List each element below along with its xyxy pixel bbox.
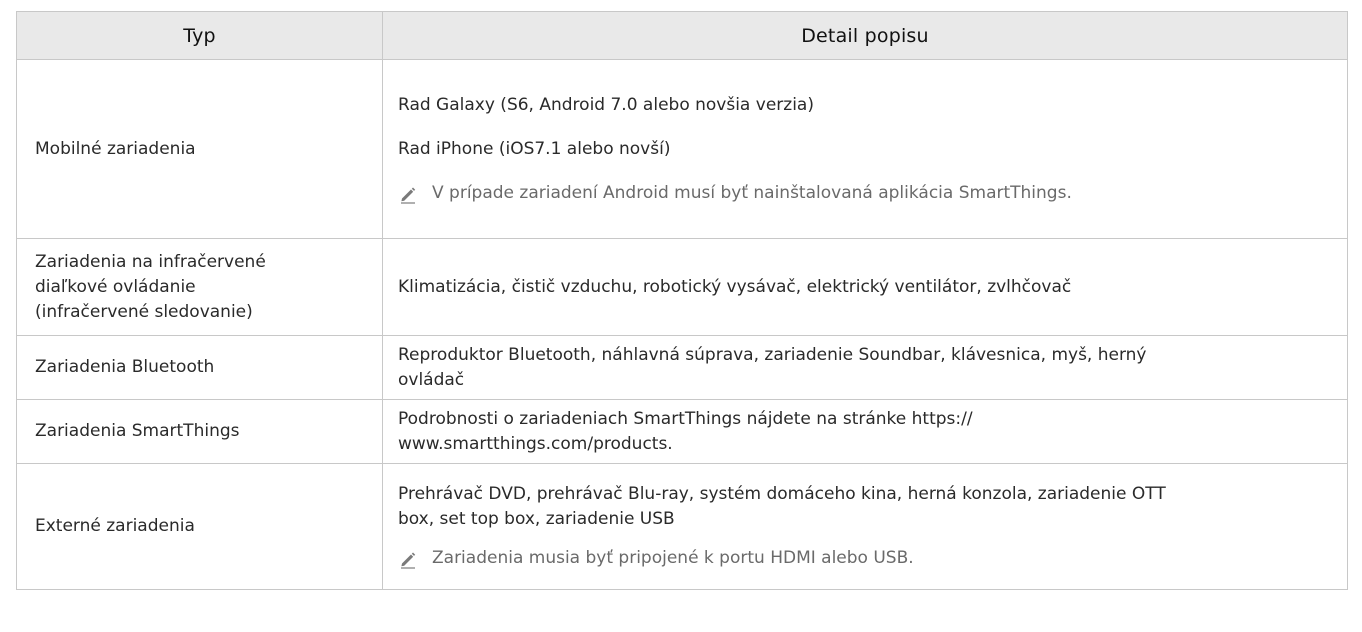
detail-line: Rad Galaxy (S6, Android 7.0 alebo novšia… — [398, 94, 814, 115]
type-cell: Mobilné zariadenia — [16, 59, 383, 239]
pencil-note-icon — [398, 184, 418, 204]
table-row: Zariadenia SmartThings Podrobnosti o zar… — [16, 399, 1348, 464]
table-row: Zariadenia na infračervené diaľkové ovlá… — [16, 238, 1348, 336]
detail-line: ovládač — [398, 369, 465, 390]
detail-cell: Podrobnosti o zariadeniach SmartThings n… — [382, 399, 1348, 464]
column-header-type: Typ — [16, 11, 383, 60]
detail-cell: Reproduktor Bluetooth, náhlavná súprava,… — [382, 335, 1348, 400]
type-cell: Zariadenia na infračervené diaľkové ovlá… — [16, 238, 383, 336]
detail-line: Rad iPhone (iOS7.1 alebo novší) — [398, 138, 671, 159]
note-text: Zariadenia musia byť pripojené k portu H… — [432, 548, 914, 568]
column-header-detail: Detail popisu — [382, 11, 1348, 60]
table-row: Mobilné zariadenia Rad Galaxy (S6, Andro… — [16, 59, 1348, 239]
detail-cell: Prehrávač DVD, prehrávač Blu-ray, systém… — [382, 463, 1348, 590]
device-support-table: Typ Detail popisu Mobilné zariadenia Rad… — [16, 11, 1348, 590]
detail-line: www.smartthings.com/products. — [398, 433, 673, 454]
detail-paragraph: Prehrávač DVD, prehrávač Blu-ray, systém… — [398, 482, 1332, 532]
type-cell: Zariadenia Bluetooth — [16, 335, 383, 400]
detail-cell: Rad Galaxy (S6, Android 7.0 alebo novšia… — [382, 59, 1348, 239]
detail-line: Podrobnosti o zariadeniach SmartThings n… — [398, 408, 973, 429]
table-row: Zariadenia Bluetooth Reproduktor Bluetoo… — [16, 335, 1348, 400]
type-line: (infračervené sledovanie) — [35, 301, 253, 322]
pencil-note-icon — [398, 549, 418, 569]
detail-line: Prehrávač DVD, prehrávač Blu-ray, systém… — [398, 484, 1166, 504]
table-header-row: Typ Detail popisu — [16, 11, 1348, 60]
type-cell: Externé zariadenia — [16, 463, 383, 590]
note: Zariadenia musia byť pripojené k portu H… — [398, 546, 1332, 571]
detail-line: box, set top box, zariadenie USB — [398, 509, 675, 529]
type-line: diaľkové ovládanie — [35, 276, 196, 297]
type-line: Zariadenia na infračervené — [35, 251, 266, 272]
note: V prípade zariadení Android musí byť nai… — [398, 181, 1332, 206]
detail-line: Reproduktor Bluetooth, náhlavná súprava,… — [398, 344, 1147, 365]
type-cell: Zariadenia SmartThings — [16, 399, 383, 464]
note-text: V prípade zariadení Android musí byť nai… — [432, 182, 1072, 203]
table-row: Externé zariadenia Prehrávač DVD, prehrá… — [16, 463, 1348, 590]
detail-cell: Klimatizácia, čistič vzduchu, robotický … — [382, 238, 1348, 336]
